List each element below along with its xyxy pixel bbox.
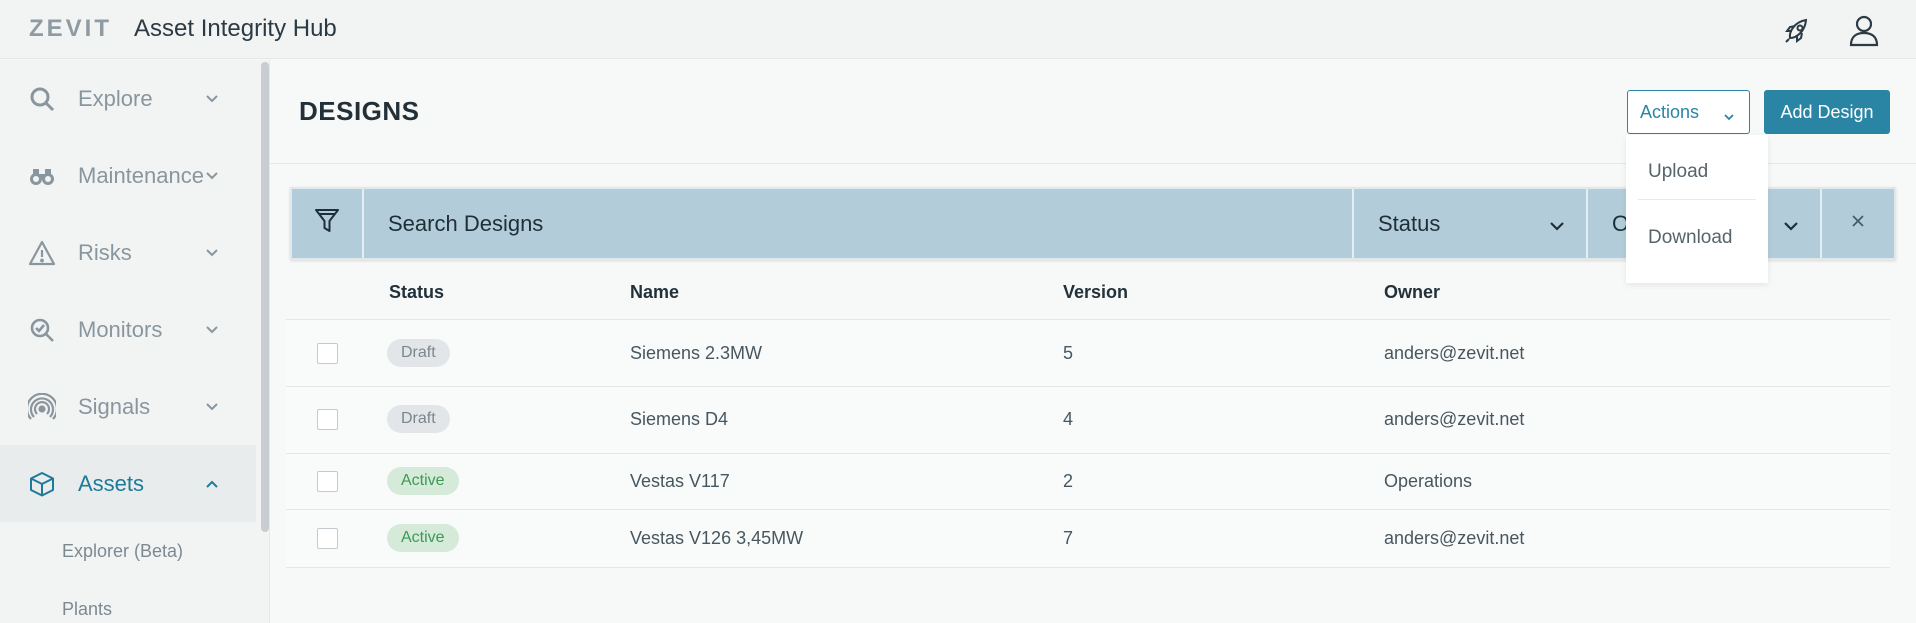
table-row[interactable]: Draft Siemens 2.3MW 5 anders@zevit.net: [286, 320, 1890, 387]
row-checkbox[interactable]: [317, 343, 338, 364]
row-checkbox[interactable]: [317, 409, 338, 430]
status-filter-label: Status: [1378, 210, 1441, 236]
design-version: 7: [1063, 528, 1074, 548]
cube-icon: [27, 469, 57, 499]
sidebar-item-signals[interactable]: Signals: [0, 368, 256, 445]
design-version: 4: [1063, 409, 1074, 429]
design-owner: anders@zevit.net: [1384, 528, 1525, 548]
column-header-name[interactable]: Name: [630, 282, 679, 303]
design-name[interactable]: Vestas V117: [630, 471, 730, 492]
filter-toggle[interactable]: [292, 189, 364, 258]
actions-button-label: Actions: [1640, 101, 1700, 122]
user-icon[interactable]: [1842, 8, 1886, 52]
page-title: DESIGNS: [299, 96, 420, 126]
sidebar-item-risks[interactable]: Risks: [0, 214, 256, 291]
sidebar-item-maintenance[interactable]: Maintenance: [0, 137, 256, 214]
warning-icon: [27, 238, 57, 268]
chevron-down-icon: [1784, 211, 1798, 237]
sidebar-item-monitors[interactable]: Monitors: [0, 291, 256, 368]
top-icons: [1776, 8, 1886, 52]
top-bar: ZEVIT Asset Integrity Hub: [0, 0, 1916, 59]
column-header-owner[interactable]: Owner: [1384, 282, 1440, 303]
clear-filter-button[interactable]: [1822, 189, 1894, 258]
sidebar-item-label: Assets: [78, 470, 145, 496]
chevron-down-icon: [206, 169, 220, 183]
sidebar-item-assets[interactable]: Assets: [0, 445, 256, 522]
design-owner: anders@zevit.net: [1384, 409, 1525, 429]
sidebar-subitem-plants[interactable]: Plants: [62, 599, 112, 620]
sidebar: Explore Maintenance Risks Monitors Signa…: [0, 60, 270, 623]
design-owner: Operations: [1384, 471, 1473, 491]
app-title: Asset Integrity Hub: [134, 15, 337, 42]
main-content: DESIGNS Actions Add Design Search Design…: [270, 60, 1916, 623]
chevron-down-icon: [1723, 105, 1735, 126]
search-input[interactable]: Search Designs: [364, 189, 1354, 258]
filter-icon: [314, 207, 340, 240]
chevron-up-icon: [206, 477, 220, 491]
table-row[interactable]: Active Vestas V126 3,45MW 7 anders@zevit…: [286, 510, 1890, 568]
status-badge: Active: [387, 524, 459, 552]
search-icon: [27, 84, 57, 114]
chevron-down-icon: [206, 323, 220, 337]
column-header-status[interactable]: Status: [389, 282, 444, 303]
add-design-button[interactable]: Add Design: [1764, 90, 1890, 134]
zevit-logo[interactable]: ZEVIT: [29, 15, 112, 43]
table-row[interactable]: Draft Siemens D4 4 anders@zevit.net: [286, 387, 1890, 454]
close-icon: [1851, 214, 1865, 233]
menu-divider: [1638, 199, 1756, 200]
sidebar-item-label: Monitors: [78, 316, 163, 342]
rocket-icon[interactable]: [1776, 8, 1820, 52]
design-name[interactable]: Siemens 2.3MW: [630, 343, 762, 364]
sidebar-item-explore[interactable]: Explore: [0, 60, 256, 137]
status-filter-select[interactable]: Status: [1354, 189, 1588, 258]
table-row[interactable]: Active Vestas V117 2 Operations: [286, 454, 1890, 510]
actions-dropdown-menu: Upload Download: [1626, 135, 1768, 283]
sidebar-scrollbar[interactable]: [261, 62, 269, 532]
status-badge: Draft: [387, 339, 450, 367]
sidebar-item-label: Explore: [78, 85, 153, 111]
design-owner: anders@zevit.net: [1384, 343, 1525, 363]
design-version: 5: [1063, 343, 1074, 363]
design-name[interactable]: Vestas V126 3,45MW: [630, 528, 803, 549]
sidebar-item-label: Maintenance: [78, 162, 204, 188]
chevron-down-icon: [206, 400, 220, 414]
column-header-version[interactable]: Version: [1063, 282, 1128, 303]
app-root: ZEVIT Asset Integrity Hub Explore Mainte…: [0, 0, 1916, 623]
status-badge: Draft: [387, 405, 450, 433]
row-checkbox[interactable]: [317, 471, 338, 492]
sidebar-item-label: Signals: [78, 393, 151, 419]
menu-item-download[interactable]: Download: [1648, 227, 1733, 249]
menu-item-upload[interactable]: Upload: [1648, 161, 1708, 183]
sidebar-subitem-explorer-beta[interactable]: Explorer (Beta): [62, 541, 183, 562]
status-badge: Active: [387, 467, 459, 495]
monitor-search-icon: [27, 315, 57, 345]
chevron-down-icon: [1550, 211, 1564, 237]
design-name[interactable]: Siemens D4: [630, 409, 728, 430]
design-version: 2: [1063, 471, 1074, 491]
actions-button[interactable]: Actions: [1627, 90, 1750, 134]
chevron-down-icon: [206, 92, 220, 106]
row-checkbox[interactable]: [317, 528, 338, 549]
chevron-down-icon: [206, 246, 220, 260]
signal-icon: [27, 392, 57, 422]
sidebar-item-label: Risks: [78, 239, 132, 265]
binoculars-icon: [27, 161, 57, 191]
designs-table: Status Name Version Owner Draft Siemens …: [286, 263, 1890, 568]
